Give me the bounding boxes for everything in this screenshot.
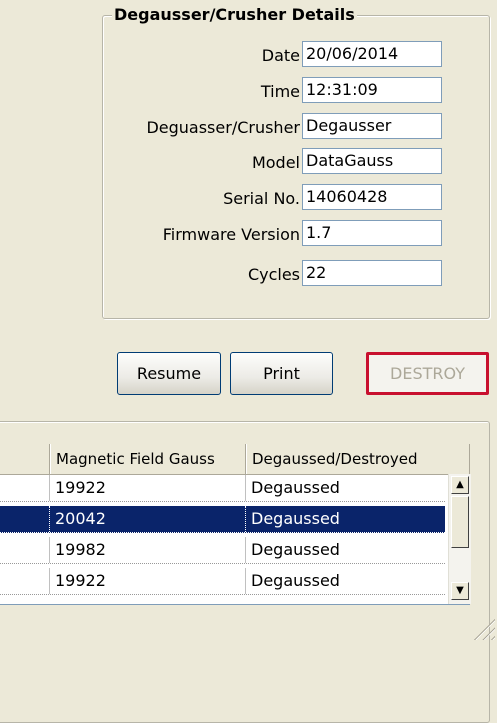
scroll-up-arrow-icon[interactable]: ▲ xyxy=(451,476,469,494)
gauss-cell: 20042 xyxy=(50,506,246,532)
time-label: Time xyxy=(260,82,300,101)
header-cell-blank[interactable] xyxy=(0,444,50,474)
results-grid[interactable]: Magnetic Field Gauss Degaussed/Destroyed… xyxy=(0,444,470,605)
destroy-button[interactable]: DESTROY xyxy=(366,352,489,395)
time-field[interactable]: 12:31:09 xyxy=(302,77,442,103)
scroll-thumb[interactable] xyxy=(451,496,469,548)
gauss-cell: 19922 xyxy=(50,568,246,594)
date-field[interactable]: 20/06/2014 xyxy=(302,41,442,67)
table-row[interactable]: 19982 Degaussed xyxy=(0,537,445,564)
header-degaussed-destroyed[interactable]: Degaussed/Destroyed xyxy=(246,444,470,474)
details-group-title: Degausser/Crusher Details xyxy=(112,5,357,25)
table-row[interactable]: 19922 Degaussed xyxy=(0,475,445,502)
grid-header: Magnetic Field Gauss Degaussed/Destroyed xyxy=(0,444,470,475)
table-row[interactable]: 19922 Degaussed xyxy=(0,568,445,595)
serial-row: Serial No. 14060428 xyxy=(102,184,488,214)
header-magnetic-field[interactable]: Magnetic Field Gauss xyxy=(50,444,246,474)
device-type-label: Deguasser/Crusher xyxy=(146,118,300,137)
table-row-selected[interactable]: 20042 Degaussed xyxy=(0,506,445,533)
status-cell: Degaussed xyxy=(251,571,340,590)
firmware-row: Firmware Version 1.7 xyxy=(102,220,488,250)
device-type-field[interactable]: Degausser xyxy=(302,113,442,139)
status-cell: Degaussed xyxy=(251,540,340,559)
serial-label: Serial No. xyxy=(223,189,300,208)
row-blank-cell xyxy=(0,506,50,532)
cycles-label: Cycles xyxy=(247,265,300,284)
cycles-field[interactable]: 22 xyxy=(302,260,442,286)
scroll-down-arrow-icon[interactable]: ▼ xyxy=(451,582,469,600)
row-blank-cell xyxy=(0,475,50,501)
model-label: Model xyxy=(251,153,300,172)
model-row: Model DataGauss xyxy=(102,148,488,178)
status-cell: Degaussed xyxy=(251,478,340,497)
model-field[interactable]: DataGauss xyxy=(302,148,442,174)
serial-field[interactable]: 14060428 xyxy=(302,184,442,210)
resume-button[interactable]: Resume xyxy=(117,352,221,395)
device-type-row: Deguasser/Crusher Degausser xyxy=(102,113,488,143)
row-blank-cell xyxy=(0,537,50,563)
grid-vertical-scrollbar[interactable]: ▲ ▼ xyxy=(448,474,471,604)
date-row: Date 20/06/2014 xyxy=(102,41,488,71)
cycles-row: Cycles 22 xyxy=(102,260,488,290)
gauss-cell: 19922 xyxy=(50,475,246,501)
gauss-cell: 19982 xyxy=(50,537,246,563)
firmware-label: Firmware Version xyxy=(162,225,300,244)
date-label: Date xyxy=(261,46,300,65)
firmware-field[interactable]: 1.7 xyxy=(302,220,442,246)
time-row: Time 12:31:09 xyxy=(102,77,488,107)
status-cell: Degaussed xyxy=(251,509,340,528)
print-button[interactable]: Print xyxy=(230,352,333,395)
row-blank-cell xyxy=(0,568,50,594)
